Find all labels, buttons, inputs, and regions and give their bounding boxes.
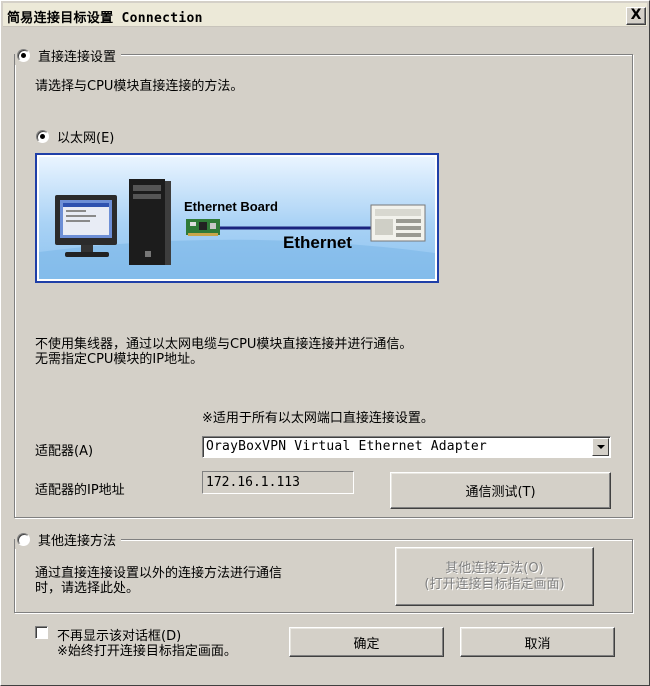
other-connection-radio[interactable]: 其他连接方法 [15,530,122,549]
ok-button-label: 确定 [353,636,380,652]
adapter-select-value: OrayBoxVPN Virtual Ethernet Adapter [206,439,487,454]
other-description-line2: 时，请选择此处。 [35,581,140,596]
ethernet-cable-label: Ethernet [283,233,352,252]
dont-show-again-note: ※始终打开连接目标指定画面。 [57,644,237,659]
close-icon: X [630,7,642,23]
adapter-label: 适配器(A) [35,444,94,459]
other-connection-label: 其他连接方法 [38,534,117,549]
other-connection-button-line1: 其他连接方法(O) [445,560,544,576]
cancel-button[interactable]: 取消 [460,627,615,657]
ethernet-board-label: Ethernet Board [184,199,278,214]
direct-note: ※适用于所有以太网端口直接连接设置。 [202,411,434,426]
ethernet-radio[interactable]: 以太网(E) [34,127,119,146]
other-connection-radio-dot[interactable] [17,533,30,546]
ethernet-diagram: Ethernet Board Ethernet [35,153,439,283]
dropdown-arrow-icon[interactable] [592,438,609,456]
ip-label: 适配器的IP地址 [35,483,125,498]
connection-dialog: 简易连接目标设置 Connection X 直接连接设置 请选择与CPU模块直接… [0,0,650,686]
ok-button[interactable]: 确定 [289,627,444,657]
other-connection-button[interactable]: 其他连接方法(O) (打开连接目标指定画面) [395,547,594,606]
adapter-select[interactable]: OrayBoxVPN Virtual Ethernet Adapter [202,436,611,458]
communication-test-button[interactable]: 通信测试(T) [390,472,611,509]
direct-connection-radio-dot[interactable] [17,49,30,62]
ip-address-value: 172.16.1.113 [206,475,300,490]
dont-show-again-checkbox[interactable] [35,626,48,639]
ethernet-radio-dot[interactable] [36,130,49,143]
ip-address-field: 172.16.1.113 [202,471,354,494]
plc-cpu-icon [370,204,426,242]
other-connection-button-line2: (打开连接目标指定画面) [424,576,565,592]
close-button[interactable]: X [626,7,646,25]
cancel-button-label: 取消 [524,636,551,652]
communication-test-label: 通信测试(T) [465,485,536,500]
direct-connection-label: 直接连接设置 [38,50,117,65]
direct-description: 请选择与CPU模块直接连接的方法。 [35,79,244,94]
direct-info-line2: 无需指定CPU模块的IP地址。 [35,352,204,367]
ethernet-board-icon [186,219,220,236]
ethernet-label: 以太网(E) [57,131,115,146]
direct-connection-radio[interactable]: 直接连接设置 [15,46,122,65]
title-bar[interactable]: 简易连接目标设置 Connection X [3,3,647,27]
window-title: 简易连接目标设置 Connection [7,11,203,26]
